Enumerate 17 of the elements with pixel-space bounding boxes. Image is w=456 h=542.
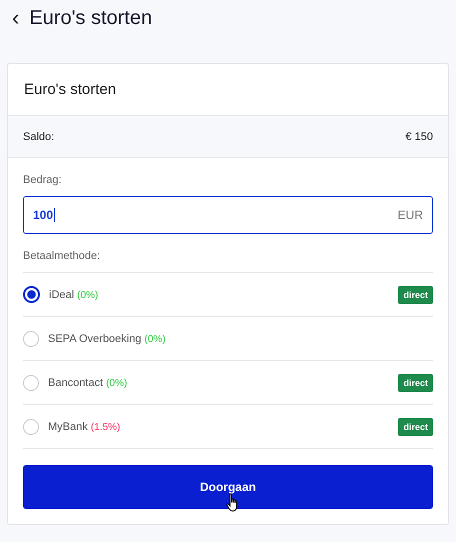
direct-badge: direct bbox=[398, 286, 433, 304]
amount-field[interactable]: 100 EUR bbox=[23, 196, 433, 234]
direct-badge: direct bbox=[398, 374, 433, 392]
balance-value: € 150 bbox=[405, 131, 433, 143]
method-name[interactable]: MyBank (1.5%) bbox=[48, 420, 120, 432]
radio-button[interactable] bbox=[23, 286, 40, 303]
payment-method-label: Betaalmethode: bbox=[23, 250, 102, 262]
hand-cursor-icon bbox=[226, 493, 240, 513]
back-button[interactable]: ‹ bbox=[12, 7, 20, 29]
method-name[interactable]: iDeal (0%) bbox=[49, 288, 98, 300]
method-name[interactable]: Bancontact (0%) bbox=[48, 376, 128, 388]
balance-label: Saldo: bbox=[23, 131, 54, 143]
page-title: Euro's storten bbox=[29, 6, 152, 30]
continue-button[interactable]: Doorgaan bbox=[23, 465, 433, 509]
direct-badge: direct bbox=[398, 418, 433, 436]
amount-label: Bedrag: bbox=[23, 174, 63, 186]
method-name[interactable]: SEPA Overboeking (0%) bbox=[48, 332, 166, 344]
